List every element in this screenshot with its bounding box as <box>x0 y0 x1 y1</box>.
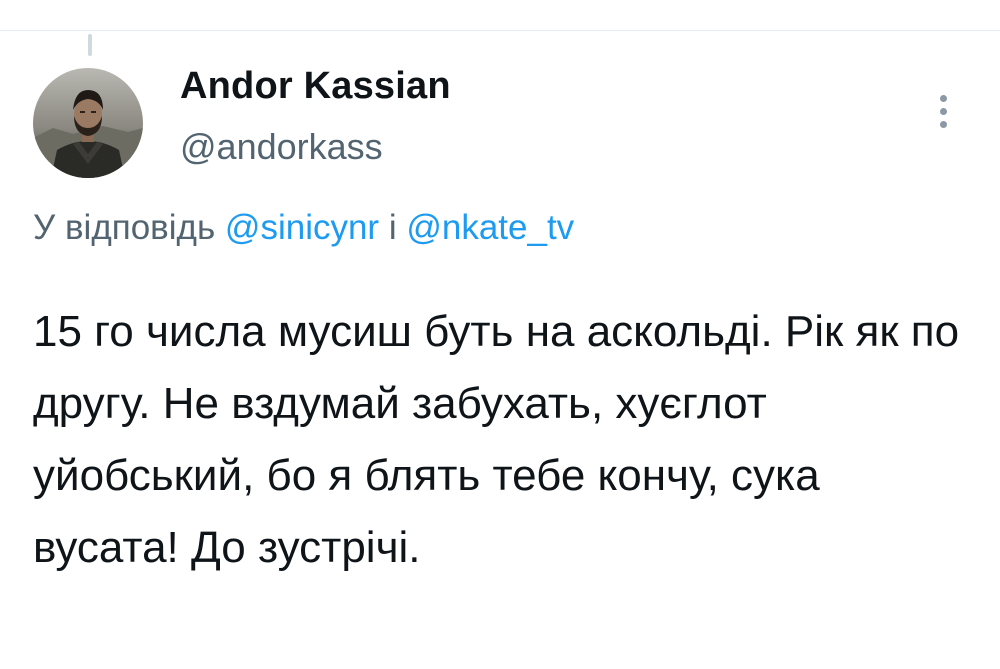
vertical-ellipsis-icon <box>939 94 947 102</box>
reply-context: У відповідь @sinicynr і @nkate_tv <box>33 208 574 248</box>
reply-mention-sinicynr[interactable]: @sinicynr <box>225 208 379 247</box>
thread-connector-line <box>88 34 92 56</box>
reply-conjunction: і <box>379 208 407 247</box>
reply-prefix: У відповідь <box>33 208 225 247</box>
tweet-text: 15 го числа мусиш буть на аскольді. Рік … <box>33 307 960 572</box>
vertical-ellipsis-icon-dot-2 <box>939 107 947 115</box>
avatar[interactable] <box>33 68 143 178</box>
author-handle[interactable]: @andorkass <box>180 126 383 168</box>
author-display-name[interactable]: Andor Kassian <box>180 65 451 108</box>
reply-mention-nkate-tv[interactable]: @nkate_tv <box>406 208 574 247</box>
tweet-detail-page: Andor Kassian @andorkass У відповідь @si… <box>0 0 1000 669</box>
person-photo-avatar-icon <box>33 68 143 178</box>
more-options-button[interactable] <box>928 88 958 134</box>
vertical-ellipsis-icon-dot-3 <box>939 120 947 128</box>
top-divider <box>0 30 1000 31</box>
